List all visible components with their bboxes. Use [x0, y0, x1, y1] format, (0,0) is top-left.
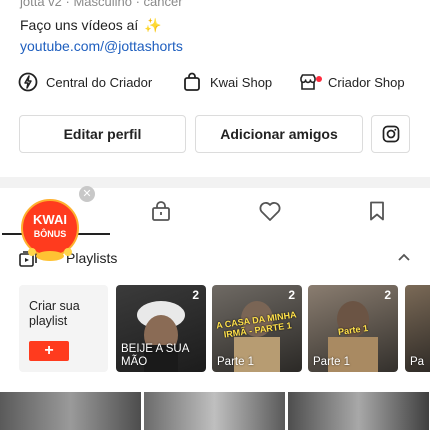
shortcut-label: Central do Criador [46, 74, 153, 90]
profile-link[interactable]: youtube.com/@jottashorts [20, 38, 183, 54]
create-playlist-button[interactable]: + [29, 341, 69, 361]
profile-bio: Faço uns vídeos aí ✨ [20, 17, 162, 34]
tab-liked[interactable] [258, 200, 282, 227]
shop-icon [300, 74, 316, 90]
sparkle-emoji: ✨ [144, 17, 162, 33]
bonus-badge-icon: KWAI BÔNUS [21, 199, 79, 261]
playlist-count: 2 [288, 288, 295, 302]
close-icon[interactable]: ✕ [79, 186, 95, 202]
lightning-icon [18, 72, 38, 92]
video-thumbnail[interactable] [144, 392, 285, 430]
shortcut-kwai-shop[interactable]: Kwai Shop [182, 66, 272, 98]
shortcut-central-do-criador[interactable]: Central do Criador [18, 66, 152, 98]
kwai-bonus-badge[interactable]: KWAI BÔNUS [18, 198, 82, 262]
playlist-label: Parte 1 [313, 356, 351, 368]
shopping-bag-icon [184, 72, 200, 91]
shop-icon-wrap [298, 72, 322, 92]
bio-text: Faço uns vídeos aí [20, 17, 139, 33]
playlist-label: BEIJE A SUA MÃO [121, 343, 189, 368]
playlist-label: Pa [410, 356, 425, 368]
video-thumbnail[interactable] [0, 392, 141, 430]
notification-dot [316, 76, 322, 82]
playlist-card[interactable]: Pa [405, 285, 430, 372]
playlist-count: 2 [384, 288, 391, 302]
shortcut-label: Criador Shop [328, 74, 405, 90]
lock-icon [152, 201, 170, 221]
add-friends-button[interactable]: Adicionar amigos [195, 115, 363, 153]
playlist-count: 2 [192, 288, 199, 302]
playlist-card[interactable]: 2 A CASA DA MINHA IRMÃ - PARTE 1 Parte 1 [212, 285, 302, 372]
edit-profile-button[interactable]: Editar perfil [19, 115, 186, 153]
tab-saved[interactable] [366, 200, 388, 227]
shortcut-label: Kwai Shop [210, 74, 273, 90]
create-playlist-card[interactable]: Criar sua playlist + [19, 285, 108, 372]
tab-private[interactable] [150, 200, 172, 227]
chevron-up-icon[interactable] [397, 252, 411, 262]
badge-line1: KWAI [33, 212, 67, 227]
video-thumbnail[interactable] [288, 392, 429, 430]
bookmark-icon [370, 201, 384, 221]
badge-line2: BÔNUS [34, 228, 67, 239]
section-divider [0, 177, 430, 188]
shortcuts-row: Central do Criador Kwai Shop Criador Sho… [0, 66, 430, 98]
profile-meta-line: jotta v2 · Masculino · câncer [20, 0, 183, 9]
playlist-label: Parte 1 [217, 356, 255, 368]
create-playlist-label: Criar sua playlist [29, 299, 80, 328]
instagram-icon [382, 125, 399, 143]
playlist-card[interactable]: 2 BEIJE A SUA MÃO [116, 285, 206, 372]
playlist-card[interactable]: 2 Parte 1 Parte 1 [308, 285, 398, 372]
instagram-button[interactable] [371, 115, 410, 153]
heart-icon [259, 202, 281, 221]
shortcut-criador-shop[interactable]: Criador Shop [298, 66, 405, 98]
